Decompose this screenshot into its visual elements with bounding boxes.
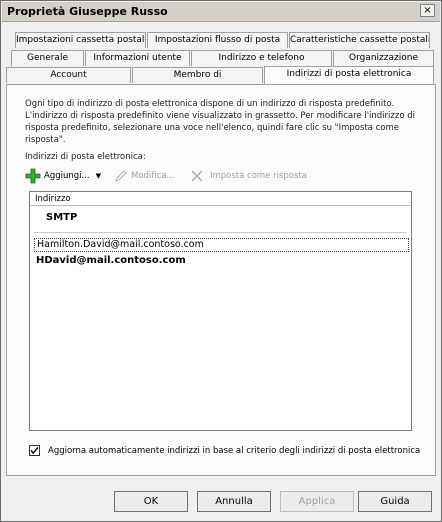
tab-account[interactable]: Account — [6, 67, 131, 83]
tab-mailbox-settings[interactable]: Impostazioni cassetta postale — [15, 32, 146, 48]
cancel-button[interactable]: Annulla — [197, 491, 271, 512]
ok-button[interactable]: OK — [114, 491, 188, 512]
tab-mail-flow-settings[interactable]: Impostazioni flusso di posta — [147, 32, 288, 48]
auto-update-checkbox[interactable] — [29, 445, 40, 456]
column-header-address[interactable]: Indirizzo — [30, 192, 411, 206]
group-separator — [34, 232, 407, 233]
tab-member-of[interactable]: Membro di — [132, 67, 263, 83]
add-button[interactable]: Aggiungi... ▼ — [25, 167, 101, 185]
edit-label: Modifica... — [131, 171, 175, 181]
tab-organization[interactable]: Organizzazione — [333, 50, 434, 66]
add-label: Aggiungi... — [44, 171, 90, 181]
help-button[interactable]: Guida — [358, 491, 432, 512]
tab-mailbox-features[interactable]: Caratteristiche cassette postali — [289, 32, 430, 48]
dropdown-arrow-icon: ▼ — [95, 172, 101, 180]
apply-button[interactable]: Applica — [280, 491, 354, 512]
email-address-list[interactable]: Indirizzo SMTP Hamilton.David@mail.conto… — [29, 191, 412, 431]
close-button[interactable]: × — [420, 4, 435, 17]
tab-email-addresses[interactable]: Indirizzi di posta elettronica — [264, 66, 434, 84]
green-plus-icon — [25, 168, 41, 184]
window-title: Proprietà Giuseppe Russo — [7, 5, 168, 18]
group-header-smtp: SMTP — [46, 212, 78, 223]
title-bar: Proprietà Giuseppe Russo × — [2, 2, 440, 22]
pencil-icon — [114, 169, 128, 183]
set-reply-button[interactable]: Imposta come risposta — [190, 167, 307, 185]
tab-address-phone[interactable]: Indirizzo e telefono — [191, 50, 332, 66]
list-item-default-reply[interactable]: HDavid@mail.contoso.com — [36, 255, 186, 266]
tab-user-information[interactable]: Informazioni utente — [85, 50, 190, 66]
checkmark-icon — [30, 447, 39, 455]
description-text: Ogni tipo di indirizzo di posta elettron… — [25, 99, 415, 145]
auto-update-label[interactable]: Aggiorna automaticamente indirizzi in ba… — [48, 446, 420, 456]
cross-icon — [190, 169, 204, 183]
edit-button[interactable]: Modifica... — [114, 167, 175, 185]
tab-general[interactable]: Generale — [11, 50, 84, 66]
list-item[interactable]: Hamilton.David@mail.contoso.com — [34, 238, 409, 252]
email-addresses-label: Indirizzi di posta elettronica: — [25, 152, 146, 162]
set-reply-label: Imposta come risposta — [210, 171, 307, 181]
